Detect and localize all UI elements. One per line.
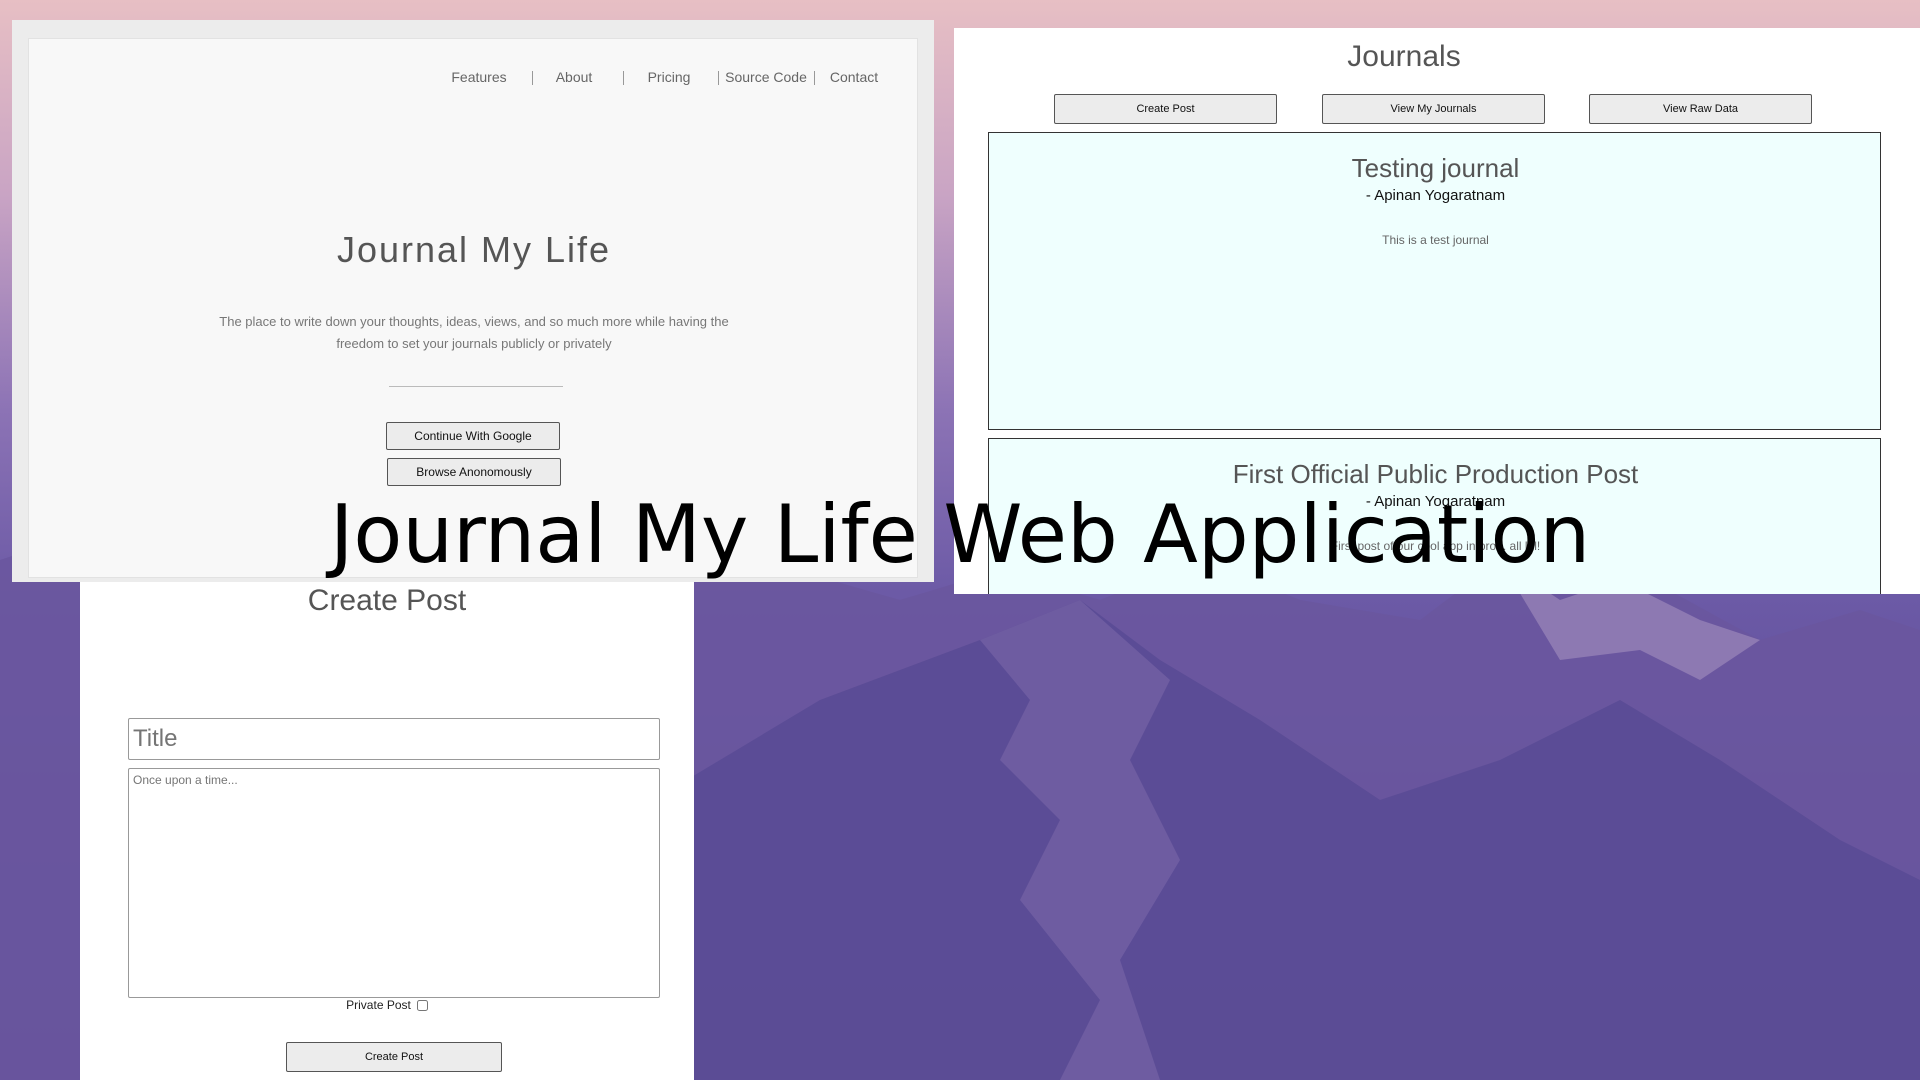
- nav-divider: [532, 71, 533, 85]
- nav-source-code[interactable]: Source Code: [724, 69, 808, 85]
- nav-contact[interactable]: Contact: [819, 69, 889, 85]
- continue-with-google-button[interactable]: Continue With Google: [386, 422, 560, 450]
- journals-heading: Journals: [1347, 40, 1461, 73]
- page-subtitle: The place to write down your thoughts, i…: [219, 314, 729, 351]
- page-title: Journal My Life: [336, 229, 612, 270]
- view-my-journals-button[interactable]: View My Journals: [1322, 94, 1545, 124]
- nav-divider: [623, 71, 624, 85]
- divider: [389, 386, 563, 387]
- journal-title: Testing journal: [1351, 153, 1520, 183]
- private-post-row: Private Post: [80, 998, 694, 1012]
- submit-create-post-button[interactable]: Create Post: [286, 1042, 502, 1072]
- post-body-textarea[interactable]: [128, 768, 660, 998]
- view-raw-data-button[interactable]: View Raw Data: [1589, 94, 1812, 124]
- create-post-heading: Create Post: [307, 584, 467, 617]
- title-input[interactable]: [128, 718, 660, 760]
- create-post-button[interactable]: Create Post: [1054, 94, 1277, 124]
- nav-features[interactable]: Features: [444, 69, 514, 85]
- journal-title: First Official Public Production Post: [1232, 459, 1639, 489]
- nav-divider: [814, 71, 815, 85]
- browse-anonymously-button[interactable]: Browse Anonomously: [387, 458, 561, 486]
- journal-card[interactable]: Testing journal - Apinan Yogaratnam This…: [988, 132, 1881, 430]
- nav-about[interactable]: About: [544, 69, 604, 85]
- journal-author: - Apinan Yogaratnam: [1365, 187, 1506, 204]
- caption-title: Journal My Life Web Application: [329, 488, 1591, 581]
- journal-body: This is a test journal: [1382, 233, 1489, 247]
- private-post-label: Private Post: [346, 998, 411, 1012]
- create-post-screenshot: Create Post Private Post Create Post: [80, 582, 694, 1080]
- private-post-checkbox[interactable]: [416, 1000, 428, 1012]
- nav-divider: [718, 71, 719, 85]
- nav-pricing[interactable]: Pricing: [637, 69, 701, 85]
- top-nav: Features About Pricing Source Code Conta…: [29, 69, 919, 93]
